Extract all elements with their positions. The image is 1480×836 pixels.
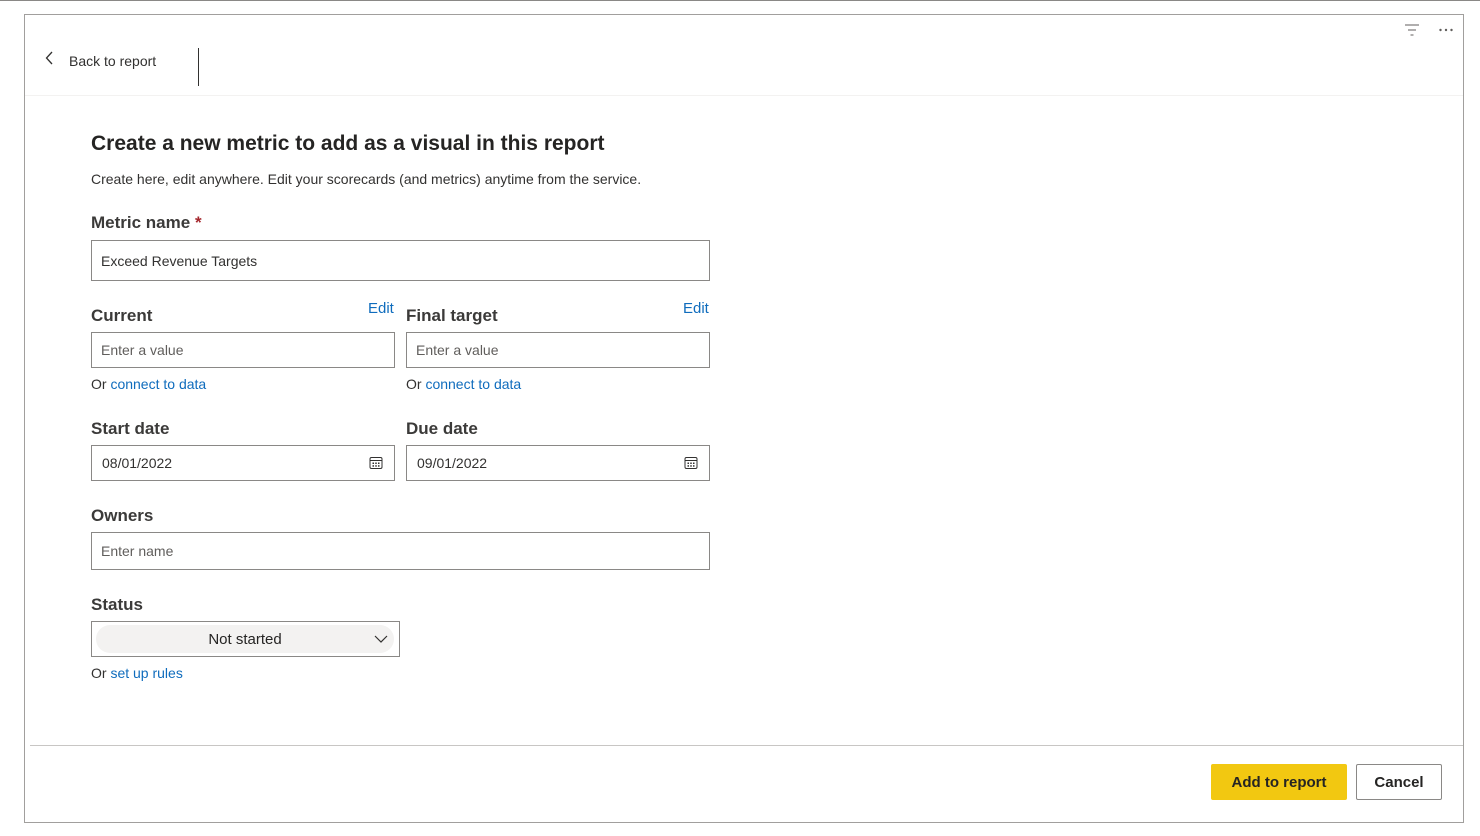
chevron-down-icon — [373, 631, 389, 647]
final-target-label: Final target — [406, 306, 498, 325]
status-label: Status — [91, 595, 143, 614]
due-date-value: 09/01/2022 — [417, 455, 488, 471]
page-subtitle: Create here, edit anywhere. Edit your sc… — [91, 171, 642, 187]
owners-input[interactable] — [91, 532, 710, 570]
page-title: Create a new metric to add as a visual i… — [91, 132, 605, 155]
metric-name-label-text: Metric name — [91, 213, 191, 232]
final-target-edit-link[interactable]: Edit — [683, 300, 709, 317]
current-label: Current — [91, 306, 153, 325]
calendar-icon[interactable] — [368, 455, 384, 471]
current-edit-link[interactable]: Edit — [368, 300, 394, 317]
set-up-rules-link[interactable]: set up rules — [110, 665, 182, 681]
or-text: Or — [91, 665, 107, 681]
back-to-report-button[interactable]: Back to report — [45, 51, 156, 70]
status-dropdown[interactable]: Not started — [91, 621, 400, 657]
add-to-report-button[interactable]: Add to report — [1211, 764, 1347, 800]
current-connect-line: Or connect to data — [91, 376, 206, 392]
current-value-input[interactable] — [91, 332, 395, 368]
start-date-value: 08/01/2022 — [102, 455, 173, 471]
status-selected-value: Not started — [96, 625, 394, 653]
final-target-connect-to-data-link[interactable]: connect to data — [425, 376, 521, 392]
or-text: Or — [406, 376, 422, 392]
final-target-connect-line: Or connect to data — [406, 376, 521, 392]
metric-name-label: Metric name * — [91, 213, 202, 233]
cancel-button[interactable]: Cancel — [1356, 764, 1442, 800]
status-rules-line: Or set up rules — [91, 665, 183, 681]
metric-dialog: Back to report Create a new metric to ad… — [24, 14, 1464, 823]
nav-divider — [198, 48, 199, 86]
back-label: Back to report — [69, 52, 157, 69]
metric-name-input[interactable] — [91, 240, 710, 281]
navigation-bar: Back to report — [25, 15, 1463, 96]
start-date-picker[interactable]: 08/01/2022 — [91, 445, 395, 481]
final-target-value-input[interactable] — [406, 332, 710, 368]
due-date-picker[interactable]: 09/01/2022 — [406, 445, 710, 481]
start-date-label: Start date — [91, 419, 170, 438]
chevron-left-icon — [45, 51, 55, 70]
current-connect-to-data-link[interactable]: connect to data — [110, 376, 206, 392]
calendar-icon[interactable] — [683, 455, 699, 471]
due-date-label: Due date — [406, 419, 478, 438]
window-top-border — [0, 0, 1480, 1]
owners-label: Owners — [91, 506, 154, 525]
or-text: Or — [91, 376, 107, 392]
footer-divider — [30, 745, 1463, 746]
required-marker: * — [194, 213, 202, 232]
